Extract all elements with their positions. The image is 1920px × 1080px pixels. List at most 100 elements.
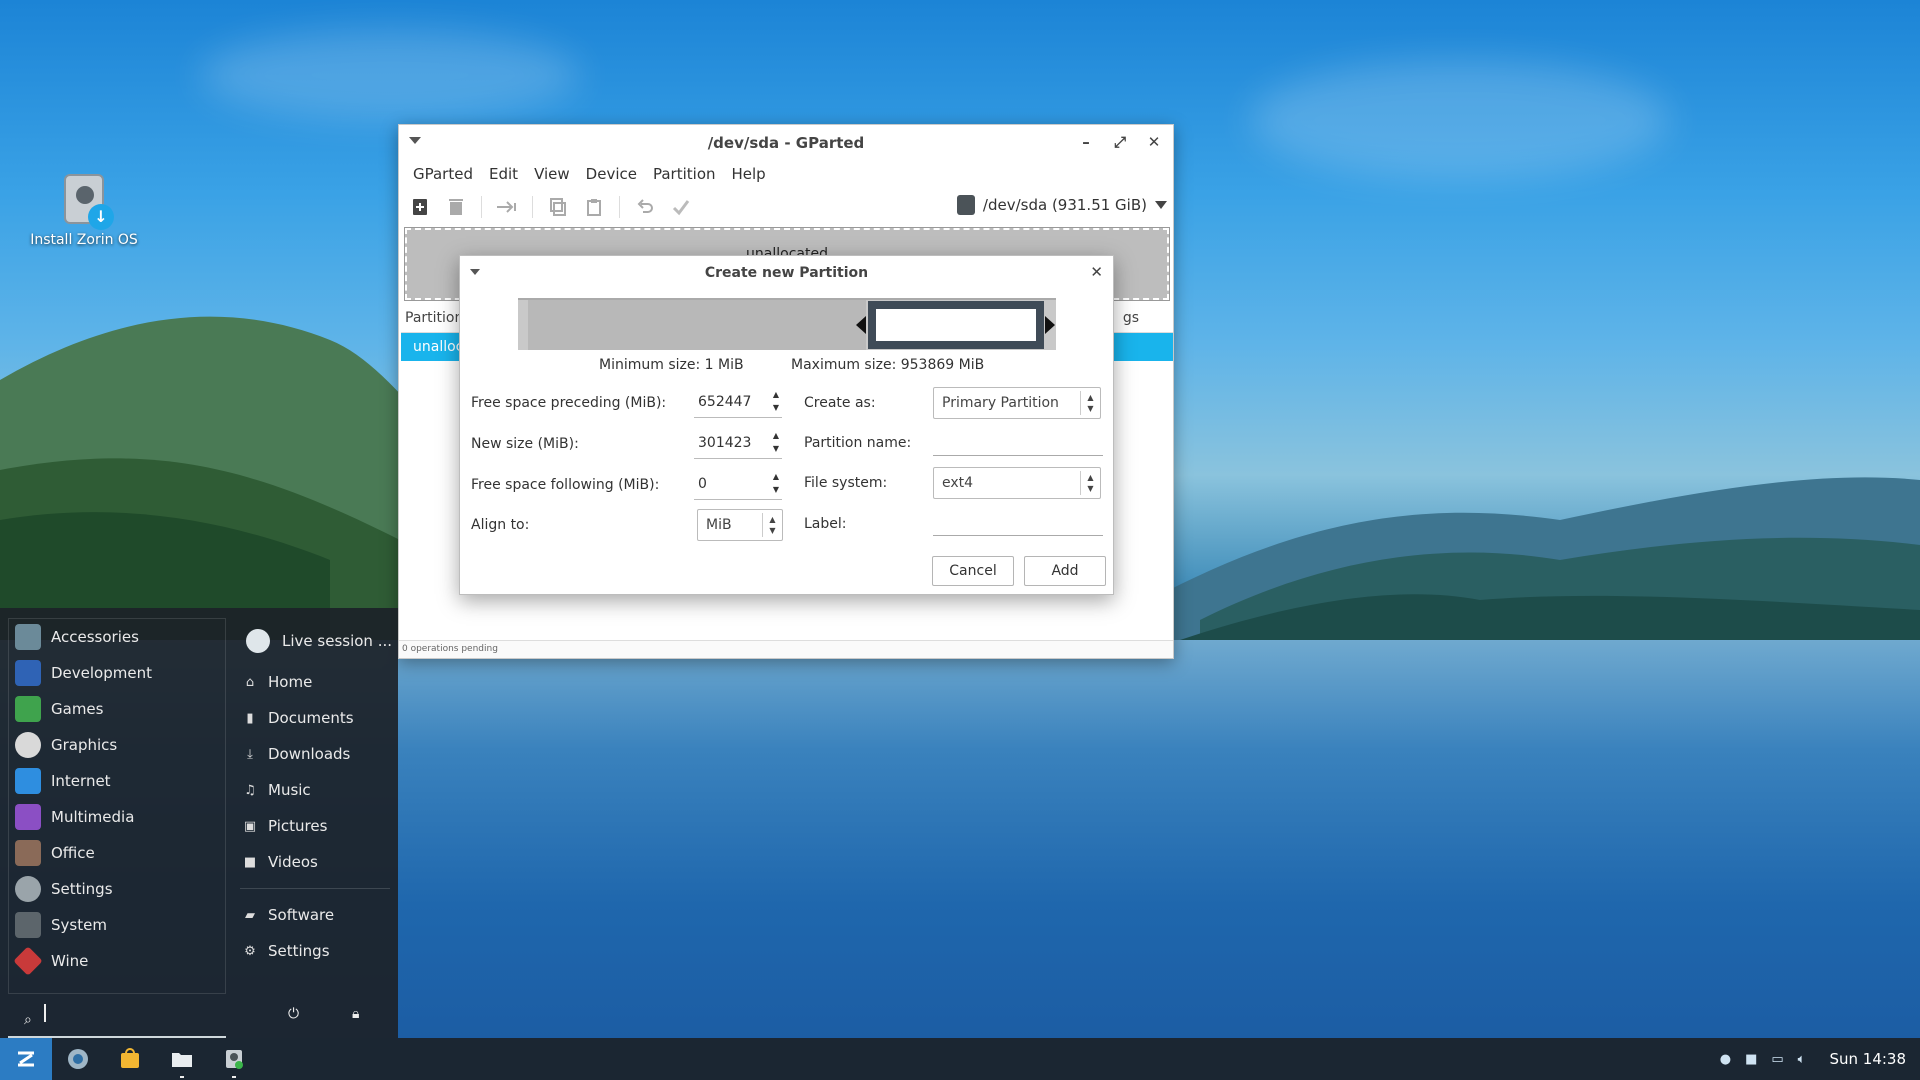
partition-resizer[interactable]	[518, 298, 1056, 350]
category-multimedia[interactable]: Multimedia	[9, 799, 225, 835]
maximum-size-label: Maximum size: 953869 MiB	[791, 357, 985, 373]
minimize-icon[interactable]: –	[1075, 131, 1097, 153]
place-music[interactable]: ♫ Music	[236, 772, 394, 808]
taskbar-gparted[interactable]	[208, 1038, 260, 1080]
paste-icon[interactable]	[581, 194, 607, 220]
column-partition[interactable]: Partition	[405, 310, 463, 326]
menu-device[interactable]: Device	[578, 165, 645, 183]
category-internet[interactable]: Internet	[9, 763, 225, 799]
music-icon: ♫	[244, 782, 256, 798]
new-size-spin[interactable]: 301423 ▲ ▼	[694, 429, 782, 459]
place-label: Videos	[268, 853, 318, 871]
delete-icon[interactable]	[443, 194, 469, 220]
place-documents[interactable]: ▮ Documents	[236, 700, 394, 736]
wine-icon	[13, 946, 43, 976]
spin-arrows-icon[interactable]: ▲ ▼	[770, 388, 782, 418]
category-office[interactable]: Office	[9, 835, 225, 871]
camera-icon[interactable]: ■	[1745, 1052, 1757, 1067]
place-downloads[interactable]: ⤓ Downloads	[236, 736, 394, 772]
column-flags[interactable]: gs	[1123, 310, 1139, 326]
menu-gparted[interactable]: GParted	[405, 165, 481, 183]
file-system-select[interactable]: ext4 ▲ ▼	[933, 467, 1101, 499]
category-accessories[interactable]: Accessories	[9, 619, 225, 655]
taskbar-browser[interactable]	[52, 1038, 104, 1080]
category-games[interactable]: Games	[9, 691, 225, 727]
category-label: Accessories	[51, 628, 139, 646]
spin-arrows-icon[interactable]: ▲ ▼	[770, 470, 782, 500]
label-label: Label:	[804, 516, 847, 532]
partition-name-field[interactable]	[933, 428, 1103, 456]
place-settings[interactable]: ⚙ Settings	[236, 933, 394, 969]
preceding-space-bar	[528, 300, 866, 350]
category-settings[interactable]: Settings	[9, 871, 225, 907]
menu-view[interactable]: View	[526, 165, 578, 183]
create-as-select[interactable]: Primary Partition ▲ ▼	[933, 387, 1101, 419]
new-partition-bar[interactable]	[868, 301, 1044, 349]
label-field[interactable]	[933, 508, 1103, 536]
install-zorin-desktop-icon[interactable]: ↓ Install Zorin OS	[26, 170, 142, 248]
menu-partition[interactable]: Partition	[645, 165, 724, 183]
free-preceding-spin[interactable]: 652447 ▲ ▼	[694, 388, 782, 418]
category-label: Multimedia	[51, 808, 135, 826]
category-label: Graphics	[51, 736, 118, 754]
cancel-button[interactable]: Cancel	[932, 556, 1014, 586]
power-icon[interactable]: ⏻	[288, 1006, 299, 1022]
user-account[interactable]: Live session ...	[236, 618, 394, 664]
search-icon: ⌕	[24, 1012, 32, 1028]
taskbar-store[interactable]	[104, 1038, 156, 1080]
free-preceding-value: 652447	[698, 394, 752, 410]
taskbar-files[interactable]	[156, 1038, 208, 1080]
place-home[interactable]: ⌂ Home	[236, 664, 394, 700]
close-icon[interactable]: ✕	[1143, 131, 1165, 153]
category-list: Accessories Development Games Graphics I…	[8, 618, 226, 994]
gparted-titlebar[interactable]: /dev/sda - GParted – ⤢ ✕	[399, 125, 1173, 161]
category-development[interactable]: Development	[9, 655, 225, 691]
home-icon: ⌂	[245, 674, 255, 690]
device-selector[interactable]: /dev/sda (931.51 GiB)	[956, 195, 1167, 215]
software-updates-icon[interactable]: ●	[1720, 1052, 1731, 1067]
maximize-icon[interactable]: ⤢	[1109, 131, 1131, 153]
window-menu-icon[interactable]	[409, 137, 421, 144]
start-menu: Accessories Development Games Graphics I…	[0, 608, 398, 1038]
dialog-titlebar[interactable]: Create new Partition ✕	[460, 256, 1113, 290]
clock[interactable]: Sun 14:38	[1829, 1050, 1906, 1068]
add-button[interactable]: Add	[1024, 556, 1106, 586]
system-icon	[15, 912, 41, 938]
left-handle-icon[interactable]	[856, 316, 866, 334]
place-pictures[interactable]: ▣ Pictures	[236, 808, 394, 844]
place-label: Documents	[268, 709, 354, 727]
select-arrows-icon: ▲ ▼	[762, 513, 782, 537]
zorin-menu-button[interactable]	[0, 1038, 52, 1080]
copy-icon[interactable]	[545, 194, 571, 220]
category-wine[interactable]: Wine	[9, 943, 225, 979]
close-icon[interactable]: ✕	[1090, 263, 1103, 281]
place-videos[interactable]: ■ Videos	[236, 844, 394, 880]
free-preceding-label: Free space preceding (MiB):	[471, 395, 667, 411]
new-partition-icon[interactable]	[407, 194, 433, 220]
browser-icon	[68, 1049, 88, 1069]
category-label: Games	[51, 700, 104, 718]
file-system-value: ext4	[942, 475, 974, 491]
apply-icon[interactable]	[668, 194, 694, 220]
volume-icon[interactable]: 🔈︎	[1798, 1052, 1806, 1067]
right-handle-icon[interactable]	[1045, 316, 1055, 334]
search-input[interactable]: ⌕	[8, 998, 226, 1038]
menu-help[interactable]: Help	[724, 165, 774, 183]
network-icon[interactable]: ▭	[1771, 1052, 1783, 1067]
lock-icon[interactable]: 🔒︎	[352, 1006, 359, 1022]
category-label: System	[51, 916, 107, 934]
dialog-menu-icon[interactable]	[470, 269, 480, 275]
menu-edit[interactable]: Edit	[481, 165, 526, 183]
free-following-spin[interactable]: 0 ▲ ▼	[694, 470, 782, 500]
office-icon	[15, 840, 41, 866]
resize-move-icon[interactable]	[494, 194, 520, 220]
place-software[interactable]: ▰ Software	[236, 897, 394, 933]
align-select[interactable]: MiB ▲ ▼	[697, 509, 783, 541]
desktop-icon-label: Install Zorin OS	[30, 232, 138, 248]
spin-arrows-icon[interactable]: ▲ ▼	[770, 429, 782, 459]
undo-icon[interactable]	[632, 194, 658, 220]
category-graphics[interactable]: Graphics	[9, 727, 225, 763]
category-system[interactable]: System	[9, 907, 225, 943]
video-icon: ■	[243, 854, 257, 870]
window-title: /dev/sda - GParted	[707, 134, 865, 152]
